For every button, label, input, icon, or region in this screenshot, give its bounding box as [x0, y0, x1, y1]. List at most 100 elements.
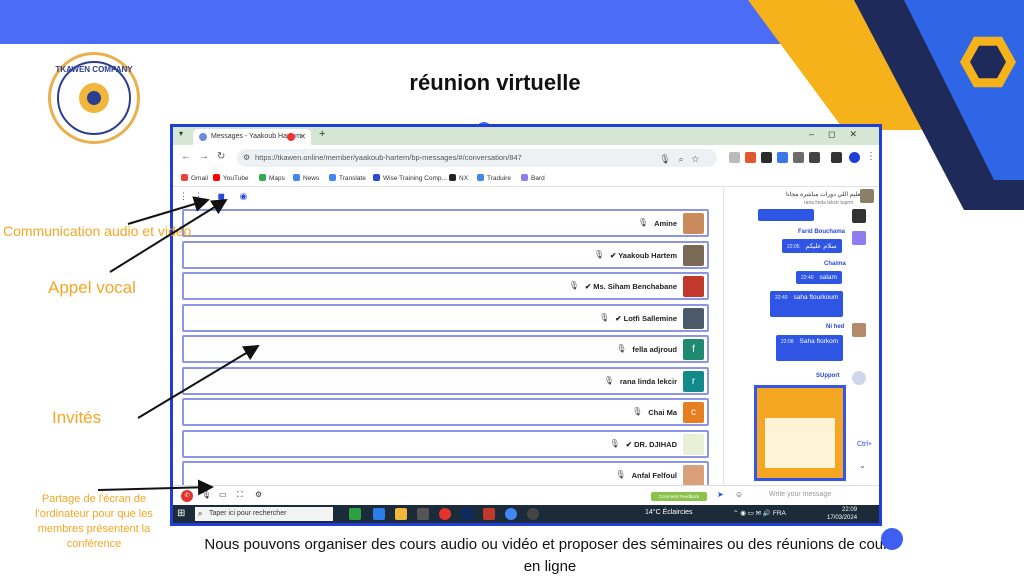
chat-header-sub: rana linda lekcir tuprm: [804, 200, 854, 206]
reload-icon[interactable]: ↻: [217, 151, 225, 162]
annotation-communication: Communication audio et vidéo: [3, 223, 192, 239]
avatar: r: [683, 370, 704, 392]
screen-share-icon[interactable]: ▭: [219, 490, 227, 499]
microphone-icon: 🎙: [603, 375, 614, 385]
participant-name: ✔ Yaakoub Hartem: [609, 250, 677, 260]
taskbar-app-icon[interactable]: [417, 508, 429, 520]
participant-name: Anfal Felfoul: [631, 471, 677, 480]
chat-sender: SUpport: [816, 373, 840, 379]
taskbar-app-icon[interactable]: [349, 508, 361, 520]
taskbar-app-icon[interactable]: [505, 508, 517, 520]
fullscreen-icon[interactable]: ⛶: [237, 490, 243, 500]
chat-sender: Farid Bouchama: [798, 229, 846, 235]
taskbar-app-icon[interactable]: [373, 508, 385, 520]
participant-tile[interactable]: ✔ DR. DJIHAD 🎙: [182, 429, 709, 458]
profile-icon[interactable]: [849, 152, 860, 163]
extension-icon[interactable]: [793, 152, 804, 163]
participant-tile[interactable]: ✔ Yaakoub Hartem 🎙: [182, 240, 709, 269]
taskbar-app-icon[interactable]: [439, 508, 451, 520]
microphone-icon: 🎙: [615, 470, 626, 479]
extension-icon[interactable]: [729, 152, 740, 163]
shared-image[interactable]: [754, 385, 846, 481]
clock[interactable]: 22:09 17/03/2024: [827, 506, 857, 522]
avatar: [860, 189, 874, 203]
meeting-tool-icons[interactable]: ⋮⋮ ◼ ◉: [179, 191, 253, 202]
chat-header-text: تعليم اللي دورات مباشرة مجانا: [786, 192, 863, 198]
chat-bubble: [758, 209, 814, 221]
favicon-icon: [199, 133, 207, 141]
participant-tile[interactable]: Chai Ma 🎙 c: [182, 398, 709, 426]
participant-tile[interactable]: rana linda lekcir 🎙 r: [182, 366, 709, 395]
new-tab-button[interactable]: +: [319, 128, 325, 140]
avatar: [683, 213, 704, 234]
comment-button[interactable]: Comment Feedback: [651, 492, 707, 501]
participant-name: ✔ Ms. Siham Benchabane: [584, 282, 677, 291]
settings-icon[interactable]: ⚙: [255, 490, 262, 499]
extension-icon[interactable]: [745, 152, 756, 163]
chat-panel: تعليم اللي دورات مباشرة مجانا rana linda…: [723, 187, 879, 485]
close-tab-icon[interactable]: ✕: [299, 129, 306, 145]
address-bar[interactable]: ⚙ https://tkawen.online/member/yaakoub-h…: [237, 149, 717, 167]
back-icon[interactable]: ←: [181, 151, 191, 162]
sidebar-icon[interactable]: [831, 152, 842, 163]
send-icon[interactable]: ➤: [717, 490, 724, 499]
bookmark-nx[interactable]: NX: [449, 174, 468, 182]
chevron-down-icon[interactable]: ⌄: [859, 461, 866, 470]
participant-name: Chai Ma: [648, 408, 677, 417]
chat-bubble: 22:40 salam: [796, 271, 842, 284]
bookmark-youtube[interactable]: YouTube: [213, 174, 249, 182]
participant-tile[interactable]: ✔ Lotfi Sallemine 🎙: [182, 303, 709, 332]
weather-widget[interactable]: 14°C Éclaircies: [645, 509, 693, 516]
menu-icon[interactable]: ⋮: [866, 151, 876, 162]
microphone-icon: 🎙: [593, 249, 604, 259]
address-bar-icons[interactable]: 🎙⌕☆: [659, 150, 707, 167]
extension-icon[interactable]: [761, 152, 772, 163]
avatar: [683, 465, 704, 486]
taskbar-app-icon[interactable]: [527, 508, 539, 520]
system-tray[interactable]: ⌃ ◉ ▭ ✉ 🔊 FRA: [733, 509, 786, 517]
microphone-icon: 🎙: [632, 407, 643, 416]
participant-tile[interactable]: Amine 🎙: [182, 209, 709, 237]
message-input[interactable]: Write your message: [769, 491, 831, 498]
bookmark-maps[interactable]: Maps: [259, 174, 285, 182]
chat-sender: Ni hed: [826, 324, 845, 330]
forward-icon[interactable]: →: [199, 151, 209, 162]
taskbar-app-icon[interactable]: [483, 508, 495, 520]
bookmark-gmail[interactable]: Gmail: [181, 174, 208, 182]
window-controls[interactable]: –◻✕: [809, 129, 871, 140]
participant-tile[interactable]: ✔ Ms. Siham Benchabane 🎙: [182, 272, 709, 300]
annotation-screen-share: Partage de l'écran de l'ordinateur pour …: [35, 493, 153, 550]
participant-name: ✔ Lotfi Sallemine: [615, 313, 677, 323]
taskbar: ⊞ ⌕ Taper ici pour rechercher 14°C Éclai…: [173, 505, 879, 523]
tab-search-icon[interactable]: ▾: [179, 129, 183, 138]
bookmark-bard[interactable]: Bard: [521, 174, 545, 182]
bookmark-traduire[interactable]: Traduire: [477, 174, 511, 182]
emoji-icon[interactable]: ☺: [735, 490, 743, 499]
chat-bubble: 22:05 سلام عليكم: [782, 239, 842, 253]
browser-window: ▾ Messages - Yaakoub Hartem ✕ + –◻✕ ← → …: [170, 124, 882, 526]
taskbar-search[interactable]: ⌕ Taper ici pour rechercher: [195, 507, 333, 521]
browser-tab[interactable]: Messages - Yaakoub Hartem ✕: [193, 129, 311, 145]
microphone-icon: 🎙: [568, 281, 579, 290]
avatar: [683, 276, 704, 297]
bookmark-translate[interactable]: Translate: [329, 174, 366, 182]
page-caption: Nous pouvons organiser des cours audio o…: [204, 536, 896, 575]
end-call-icon[interactable]: ✆: [181, 490, 193, 502]
bookmark-news[interactable]: News: [293, 174, 319, 182]
avatar: [852, 231, 866, 245]
participant-tile[interactable]: fella adjroud 🎙 f: [182, 335, 709, 363]
bookmark-wise-training[interactable]: Wise Training Comp...: [373, 174, 447, 182]
taskbar-app-icon[interactable]: [395, 508, 407, 520]
microphone-icon[interactable]: 🎙: [201, 490, 211, 499]
navigation-bar: ← → ↻ ⚙ https://tkawen.online/member/yaa…: [173, 145, 879, 171]
page-title: réunion virtuelle: [409, 70, 581, 95]
taskbar-app-icon[interactable]: [461, 508, 473, 520]
site-info-icon[interactable]: ⚙: [243, 149, 250, 167]
puzzle-icon[interactable]: [809, 152, 820, 163]
windows-start-icon[interactable]: ⊞: [177, 508, 185, 519]
url-text: https://tkawen.online/member/yaakoub-har…: [255, 153, 522, 162]
search-icon: ⌕: [198, 509, 203, 518]
chat-bubble: 22:08 Saha ftorkom: [776, 335, 844, 361]
avatar: [683, 307, 704, 329]
extension-icon[interactable]: [777, 152, 788, 163]
